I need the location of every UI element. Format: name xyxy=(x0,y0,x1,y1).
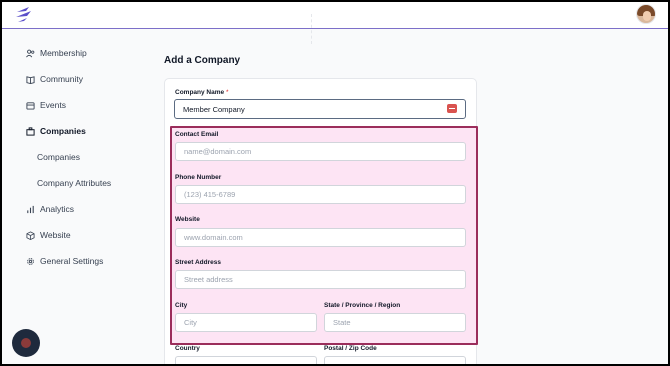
sidebar-item-label: General Settings xyxy=(40,256,104,266)
sidebar-item-companies[interactable]: Companies xyxy=(26,125,86,137)
phone-placeholder: (123) 415-6789 xyxy=(184,190,236,199)
app-logo-icon[interactable] xyxy=(15,6,33,24)
city-label: City xyxy=(175,302,188,309)
company-name-value: Member Company xyxy=(183,104,245,114)
app-window: Membership Community Events Companies Co… xyxy=(2,2,668,364)
sidebar-subitem-company-attributes[interactable]: Company Attributes xyxy=(37,178,111,188)
sidebar-item-community[interactable]: Community xyxy=(26,73,83,85)
sidebar-item-label: Membership xyxy=(40,48,87,58)
divider xyxy=(311,14,312,44)
sidebar-item-label: Community xyxy=(40,74,83,84)
chat-launcher-button[interactable] xyxy=(12,329,40,357)
sidebar-item-general-settings[interactable]: General Settings xyxy=(26,255,103,267)
city-input[interactable]: City xyxy=(175,313,317,332)
sidebar-item-membership[interactable]: Membership xyxy=(26,47,87,59)
cube-icon xyxy=(26,230,35,240)
company-name-input[interactable]: Member Company xyxy=(174,99,466,119)
website-input[interactable]: www.domain.com xyxy=(175,228,466,247)
state-placeholder: State xyxy=(333,318,351,327)
autofill-icon[interactable] xyxy=(447,104,457,113)
book-icon xyxy=(26,75,35,84)
building-icon xyxy=(26,126,35,136)
sidebar-item-website[interactable]: Website xyxy=(26,229,71,241)
sidebar-item-events[interactable]: Events xyxy=(26,99,66,111)
calendar-icon xyxy=(26,101,35,110)
street-address-label: Street Address xyxy=(175,259,221,266)
country-label: Country xyxy=(175,345,200,352)
contact-email-label: Contact Email xyxy=(175,131,219,138)
state-label: State / Province / Region xyxy=(324,302,401,309)
contact-email-placeholder: name@domain.com xyxy=(184,147,252,156)
gear-icon xyxy=(27,257,34,265)
city-placeholder: City xyxy=(184,318,197,327)
state-input[interactable]: State xyxy=(324,313,466,332)
sidebar-item-label: Analytics xyxy=(40,204,75,214)
users-icon xyxy=(26,49,35,57)
sidebar-subitem-companies[interactable]: Companies xyxy=(37,152,80,162)
bar-chart-icon xyxy=(27,205,34,213)
sidebar-item-label: Website xyxy=(40,230,71,240)
postal-code-label: Postal / Zip Code xyxy=(324,345,377,352)
phone-input[interactable]: (123) 415-6789 xyxy=(175,185,466,204)
contact-email-input[interactable]: name@domain.com xyxy=(175,142,466,161)
phone-label: Phone Number xyxy=(175,174,222,181)
sidebar-item-analytics[interactable]: Analytics xyxy=(26,203,74,215)
sidebar-item-label: Events xyxy=(40,100,66,110)
company-name-label: Company Name * xyxy=(175,89,229,96)
street-address-input[interactable]: Street address xyxy=(175,270,466,289)
sidebar-item-label: Companies xyxy=(40,126,86,136)
street-address-placeholder: Street address xyxy=(184,275,233,284)
postal-code-input[interactable] xyxy=(324,356,466,364)
country-select[interactable] xyxy=(175,356,317,364)
top-bar xyxy=(2,2,668,29)
website-placeholder: www.domain.com xyxy=(184,233,243,242)
user-avatar[interactable] xyxy=(636,4,656,24)
website-label: Website xyxy=(175,216,200,223)
sidebar: Membership Community Events Companies Co… xyxy=(2,30,152,364)
page-title: Add a Company xyxy=(164,55,241,66)
